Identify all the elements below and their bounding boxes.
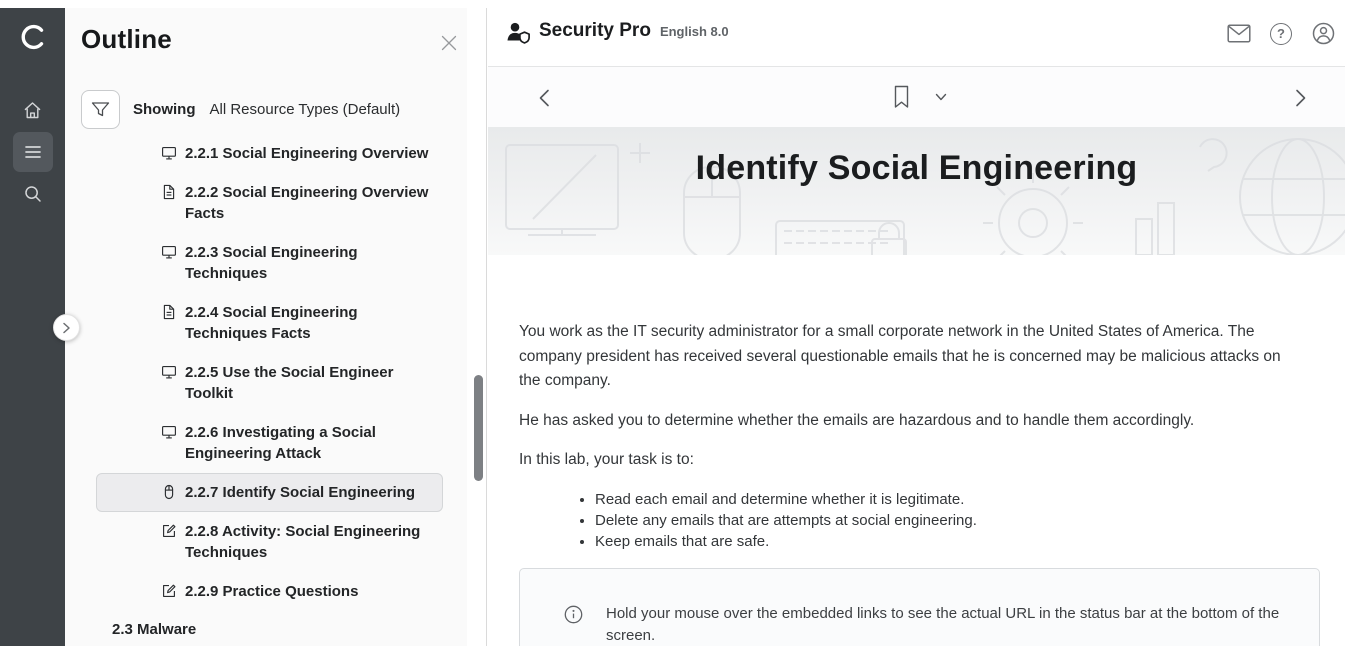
search-icon [23, 184, 43, 204]
main-content: Security Pro English 8.0 ? [488, 0, 1345, 646]
lesson-body: You work as the IT security administrato… [519, 255, 1320, 646]
outline-item-current[interactable]: 2.2.7 Identify Social Engineering [96, 473, 443, 512]
chevron-right-icon [62, 322, 71, 334]
course-brand: Security Pro English 8.0 [505, 20, 729, 46]
edit-icon [161, 583, 177, 599]
outline-item-label: 2.2.9 Practice Questions [185, 581, 358, 602]
monitor-icon [161, 364, 177, 380]
product-edition: English 8.0 [660, 24, 729, 39]
monitor-icon [161, 145, 177, 161]
outline-item[interactable]: 2.2.1 Social Engineering Overview [96, 134, 443, 173]
info-icon [564, 605, 583, 624]
outline-list: 2.2.1 Social Engineering Overview 2.2.2 … [65, 134, 467, 646]
outline-item[interactable]: 2.2.5 Use the Social Engineer Toolkit [96, 353, 443, 413]
security-pro-shield-user-icon [505, 20, 532, 46]
bookmark-controls [888, 82, 954, 112]
chevron-right-icon [1295, 89, 1307, 107]
bookmark-dropdown-button[interactable] [928, 82, 954, 112]
next-lesson-button[interactable] [1290, 87, 1312, 109]
outline-item-label: 2.2.6 Investigating a Social Engineering… [185, 422, 434, 464]
outline-item-label: 2.2.2 Social Engineering Overview Facts [185, 182, 434, 224]
task-intro: In this lab, your task is to: [519, 448, 1301, 473]
outline-header: Outline [65, 8, 467, 74]
document-icon [161, 304, 177, 320]
funnel-filter-icon [91, 101, 110, 119]
outline-filter-row: Showing All Resource Types (Default) [81, 90, 400, 129]
lesson-banner: Identify Social Engineering [488, 127, 1345, 255]
scenario-paragraph: You work as the IT security administrato… [519, 320, 1301, 394]
help-button[interactable]: ? [1269, 22, 1293, 46]
home-button[interactable] [13, 90, 53, 130]
mouse-icon [161, 484, 177, 500]
monitor-icon [161, 424, 177, 440]
account-button[interactable] [1311, 22, 1335, 46]
outline-item[interactable]: 2.2.2 Social Engineering Overview Facts [96, 173, 443, 233]
tech-pattern-decoration [488, 127, 1345, 255]
bookmark-button[interactable] [888, 82, 914, 112]
help-icon: ? [1270, 23, 1292, 45]
product-name: Security Pro [539, 20, 651, 42]
search-button[interactable] [13, 174, 53, 214]
messages-button[interactable] [1227, 22, 1251, 46]
outline-item[interactable]: 2.2.4 Social Engineering Techniques Fact… [96, 293, 443, 353]
resource-type-filter-value[interactable]: All Resource Types (Default) [210, 101, 401, 118]
mail-icon [1227, 24, 1251, 43]
brand-c-logo-icon[interactable] [16, 20, 50, 54]
outline-item-label: 2.2.3 Social Engineering Techniques [185, 242, 434, 284]
outline-item-label: 2.2.1 Social Engineering Overview [185, 143, 428, 164]
sidebar-expand-button[interactable] [53, 314, 80, 341]
outline-item-label: 2.2.7 Identify Social Engineering [185, 482, 415, 503]
outline-item[interactable]: 2.2.3 Social Engineering Techniques [96, 233, 443, 293]
user-account-icon [1312, 22, 1335, 45]
note-text: Hold your mouse over the embedded links … [606, 603, 1284, 646]
task-item: Read each email and determine whether it… [595, 489, 1320, 510]
chevron-left-icon [538, 89, 550, 107]
bookmark-icon [893, 85, 910, 109]
task-list: Read each email and determine whether it… [519, 489, 1320, 552]
lesson-navbar [488, 67, 1345, 127]
close-icon [439, 33, 459, 53]
monitor-icon [161, 244, 177, 260]
outline-item[interactable]: 2.2.6 Investigating a Social Engineering… [96, 413, 443, 473]
outline-title: Outline [81, 24, 172, 55]
outline-section-malware[interactable]: 2.3 Malware [96, 611, 443, 646]
showing-label: Showing [133, 101, 196, 118]
outline-item-label: 2.2.5 Use the Social Engineer Toolkit [185, 362, 434, 404]
outline-scrollbar-thumb[interactable] [474, 375, 483, 481]
outline-menu-button[interactable] [13, 132, 53, 172]
home-icon [22, 100, 43, 121]
outline-item[interactable]: 2.2.8 Activity: Social Engineering Techn… [96, 512, 443, 572]
course-header: Security Pro English 8.0 ? [488, 0, 1345, 67]
previous-lesson-button[interactable] [533, 87, 555, 109]
instruction-paragraph: He has asked you to determine whether th… [519, 409, 1301, 434]
outline-item-label: 2.2.8 Activity: Social Engineering Techn… [185, 521, 434, 563]
header-actions: ? [1227, 0, 1335, 67]
outline-panel: Outline Showing All Resource Types (Defa… [65, 8, 467, 646]
outline-scrollbar-track[interactable] [467, 8, 487, 646]
outline-item-label: 2.2.4 Social Engineering Techniques Fact… [185, 302, 434, 344]
app-window: Outline Showing All Resource Types (Defa… [0, 0, 1345, 646]
chevron-down-icon [935, 93, 947, 101]
lesson-title: Identify Social Engineering [488, 149, 1345, 188]
document-icon [161, 184, 177, 200]
edit-icon [161, 523, 177, 539]
filter-button[interactable] [81, 90, 120, 129]
task-item: Delete any emails that are attempts at s… [595, 510, 1320, 531]
note-callout: Hold your mouse over the embedded links … [519, 568, 1320, 646]
outline-item[interactable]: 2.2.9 Practice Questions [96, 572, 443, 611]
hamburger-menu-icon [24, 145, 42, 159]
outline-close-button[interactable] [435, 29, 463, 57]
task-item: Keep emails that are safe. [595, 531, 1320, 552]
